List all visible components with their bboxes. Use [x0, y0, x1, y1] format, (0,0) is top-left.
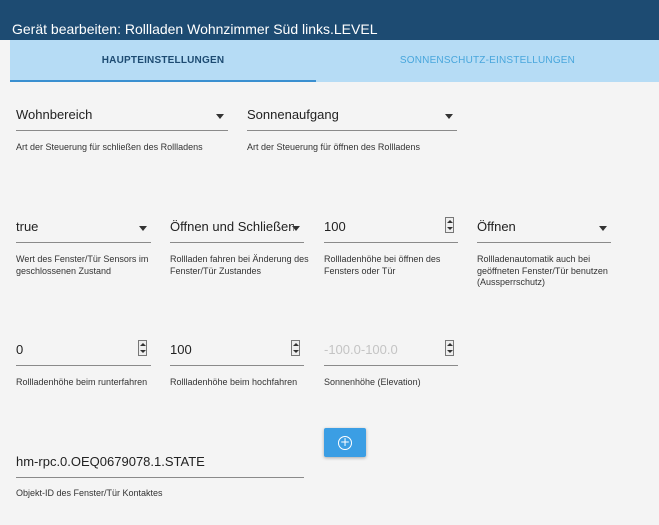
window-object-id-value: hm-rpc.0.OEQ0679078.1.STATE: [16, 454, 205, 469]
number-stepper-icon[interactable]: [445, 217, 454, 233]
close-control-help: Art der Steuerung für schließen des Roll…: [16, 142, 203, 152]
lockout-protection-select[interactable]: Öffnen: [477, 210, 611, 243]
height-up-value: 100: [170, 342, 192, 357]
on-window-change-value: Öffnen und Schließen: [170, 219, 294, 234]
lockout-protection-value: Öffnen: [477, 219, 516, 234]
open-control-value: Sonnenaufgang: [247, 107, 339, 122]
height-up-input[interactable]: 100: [170, 333, 304, 366]
height-window-open-input[interactable]: 100: [324, 210, 458, 243]
height-down-input[interactable]: 0: [16, 333, 151, 366]
on-window-change-select[interactable]: Öffnen und Schließen: [170, 210, 304, 243]
chevron-down-icon: [216, 114, 224, 119]
height-window-open-value: 100: [324, 219, 346, 234]
tab-sonnenschutz-einstellungen[interactable]: SONNENSCHUTZ-EINSTELLUNGEN: [316, 40, 659, 82]
chevron-down-icon: [445, 114, 453, 119]
height-up-help: Rollladenhöhe beim hochfahren: [170, 377, 298, 387]
tab-bar: HAUPTEINSTELLUNGEN SONNENSCHUTZ-EINSTELL…: [10, 40, 659, 82]
tab-haupteinstellungen[interactable]: HAUPTEINSTELLUNGEN: [10, 40, 316, 82]
open-control-help: Art der Steuerung für öffnen des Rolllad…: [247, 142, 420, 152]
number-stepper-icon[interactable]: [138, 340, 147, 356]
active-tab-indicator: [10, 80, 316, 82]
height-window-open-help: Rollladenhöhe bei öffnen des Fensters od…: [324, 254, 441, 276]
add-circle-icon: +: [338, 435, 352, 450]
close-control-select[interactable]: Wohnbereich: [16, 98, 228, 131]
window-closed-value-select[interactable]: true: [16, 210, 151, 243]
chevron-down-icon: [292, 226, 300, 231]
on-window-change-help: Rollladen fahren bei Änderung des Fenste…: [170, 254, 309, 276]
height-down-help: Rollladenhöhe beim runterfahren: [16, 377, 148, 387]
close-control-value: Wohnbereich: [16, 107, 93, 122]
height-down-value: 0: [16, 342, 24, 357]
lockout-protection-help: Rollladenautomatik auch bei geöffneten F…: [477, 254, 608, 287]
window-object-id-help: Objekt-ID des Fenster/Tür Kontaktes: [16, 488, 163, 498]
number-stepper-icon[interactable]: [291, 340, 300, 356]
dialog-title: Gerät bearbeiten: Rollladen Wohnzimmer S…: [12, 21, 378, 37]
chevron-down-icon: [599, 226, 607, 231]
add-object-button[interactable]: +: [324, 428, 366, 457]
sun-elevation-help: Sonnenhöhe (Elevation): [324, 377, 421, 387]
number-stepper-icon[interactable]: [445, 340, 454, 356]
sun-elevation-placeholder: -100.0-100.0: [324, 342, 398, 357]
sun-elevation-input[interactable]: -100.0-100.0: [324, 333, 458, 366]
chevron-down-icon: [139, 226, 147, 231]
window-closed-value-value: true: [16, 219, 39, 234]
window-object-id-input[interactable]: hm-rpc.0.OEQ0679078.1.STATE: [16, 445, 304, 478]
dialog-title-bar: Gerät bearbeiten: Rollladen Wohnzimmer S…: [0, 0, 659, 40]
open-control-select[interactable]: Sonnenaufgang: [247, 98, 457, 131]
window-closed-value-help: Wert des Fenster/Tür Sensors im geschlos…: [16, 254, 149, 276]
